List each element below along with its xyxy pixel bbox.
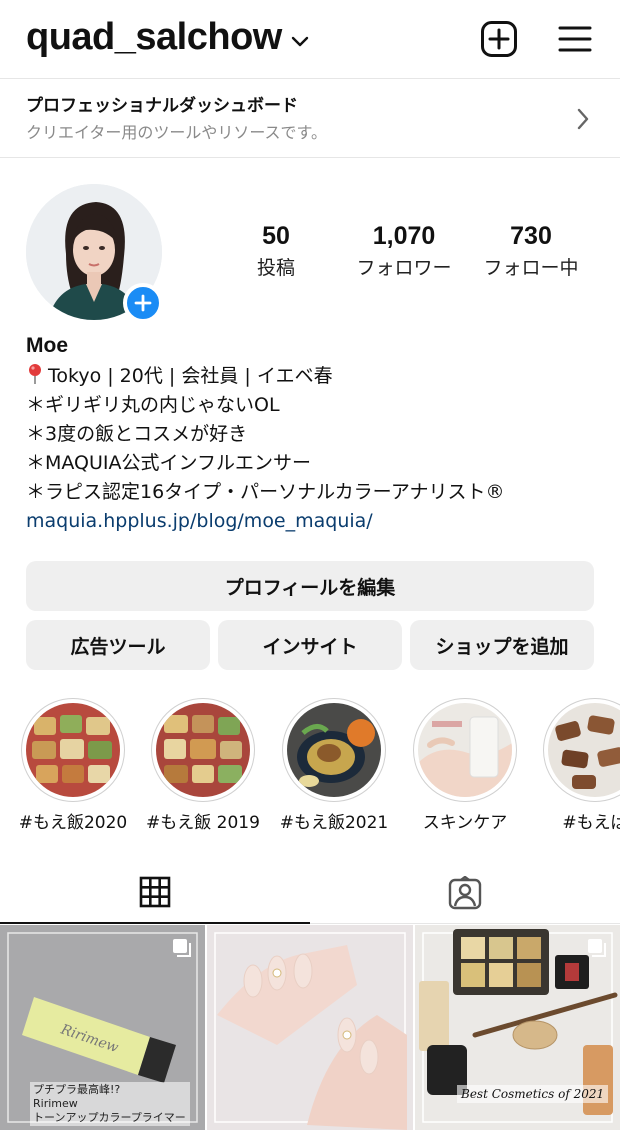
new-post-button[interactable] (480, 20, 518, 58)
highlight-label: スキンケア (422, 813, 508, 833)
menu-button[interactable] (556, 20, 594, 58)
chevron-right-icon (577, 108, 589, 130)
highlight-label: #もえ飯2020 (18, 813, 128, 833)
post-caption: プチプラ最高峰!? Ririmew トーンアップカラープライマー (30, 1082, 190, 1126)
post-thumbnail[interactable] (207, 925, 413, 1130)
edit-profile-button[interactable]: プロフィールを編集 (26, 561, 594, 611)
highlight-cover (156, 703, 250, 797)
account-switcher[interactable]: quad_salchow (26, 16, 310, 59)
post-thumbnail[interactable]: Ririmew プチプラ最高峰!? Ririmew トーンアップカラープライマー (0, 925, 205, 1130)
insights-button[interactable]: インサイト (218, 620, 402, 670)
highlight-ring (21, 698, 125, 802)
caption-line: Ririmew (33, 1097, 78, 1110)
highlight-ring (151, 698, 255, 802)
pin-icon (29, 364, 41, 384)
username: quad_salchow (26, 16, 282, 58)
bio-line: ＊3度の飯とコスメが好き (26, 423, 248, 445)
tab-tagged[interactable] (310, 862, 620, 924)
highlight-ring (282, 698, 386, 802)
highlight-label: #もえ飯2021 (279, 813, 389, 833)
highlight-item[interactable]: #もえ飯2021 (274, 698, 394, 833)
highlight-label: #もえぱ (562, 813, 620, 833)
stat-label: フォロー中 (483, 257, 579, 279)
ad-tools-button[interactable]: 広告ツール (26, 620, 210, 670)
highlight-item[interactable]: #もえぱ (535, 698, 620, 833)
hamburger-icon (558, 26, 592, 52)
stat-label: 投稿 (256, 257, 295, 279)
stat-value: 50 (262, 222, 290, 250)
stat-following[interactable]: 730 フォロー中 (476, 222, 586, 280)
add-story-button[interactable] (123, 283, 163, 323)
dashboard-title: プロフェッショナルダッシュボード (26, 96, 298, 116)
bio-line: ＊ギリギリ丸の内じゃないOL (26, 394, 280, 416)
post-image (207, 925, 413, 1130)
profile-bio: Tokyo | 20代 | 会社員 | イエベ春 ＊ギリギリ丸の内じゃないOL … (26, 362, 504, 536)
chevron-down-icon (291, 36, 309, 46)
post-thumbnail[interactable]: Best Cosmetics of 2021 (415, 925, 620, 1130)
bio-line: Tokyo | 20代 | 会社員 | イエベ春 (26, 362, 504, 391)
stat-value: 730 (510, 222, 552, 250)
highlight-ring (543, 698, 620, 802)
stat-followers[interactable]: 1,070 フォロワー (348, 222, 460, 280)
carousel-icon (588, 939, 606, 957)
highlight-cover (287, 703, 381, 797)
post-caption: Best Cosmetics of 2021 (457, 1085, 609, 1103)
profile-name: Moe (26, 334, 68, 357)
profile-link[interactable]: maquia.hpplus.jp/blog/moe_maquia/ (26, 507, 504, 536)
highlight-label: #もえ飯 2019 (146, 813, 260, 833)
caption-line: プチプラ最高峰!? (33, 1083, 121, 1096)
highlight-ring (413, 698, 517, 802)
highlight-cover (548, 703, 620, 797)
bio-line: ＊MAQUIA公式インフルエンサー (26, 452, 311, 474)
grid-icon (139, 876, 171, 908)
add-shop-button[interactable]: ショップを追加 (410, 620, 594, 670)
plus-square-icon (481, 21, 517, 57)
stat-posts[interactable]: 50 投稿 (236, 222, 316, 280)
tab-posts-grid[interactable] (0, 862, 310, 924)
highlight-item[interactable]: #もえ飯 2019 (143, 698, 263, 833)
plus-icon (134, 294, 152, 312)
bio-line: ＊ラピス認定16タイプ・パーソナルカラーアナリスト® (26, 481, 505, 503)
highlight-item[interactable]: スキンケア (405, 698, 525, 833)
dashboard-subtitle: クリエイター用のツールやリソースです。 (26, 123, 327, 142)
stat-value: 1,070 (372, 222, 436, 250)
highlight-cover (26, 703, 120, 797)
carousel-icon (173, 939, 191, 957)
highlight-item[interactable]: #もえ飯2020 (13, 698, 133, 833)
caption-line: トーンアップカラープライマー (33, 1111, 186, 1124)
bio-location-text: Tokyo | 20代 | 会社員 | イエベ春 (48, 365, 333, 387)
stat-label: フォロワー (356, 257, 452, 279)
highlight-cover (418, 703, 512, 797)
tagged-person-icon (448, 875, 482, 909)
top-header: quad_salchow (0, 0, 620, 78)
professional-dashboard-row[interactable]: プロフェッショナルダッシュボード クリエイター用のツールやリソースです。 (0, 78, 620, 158)
